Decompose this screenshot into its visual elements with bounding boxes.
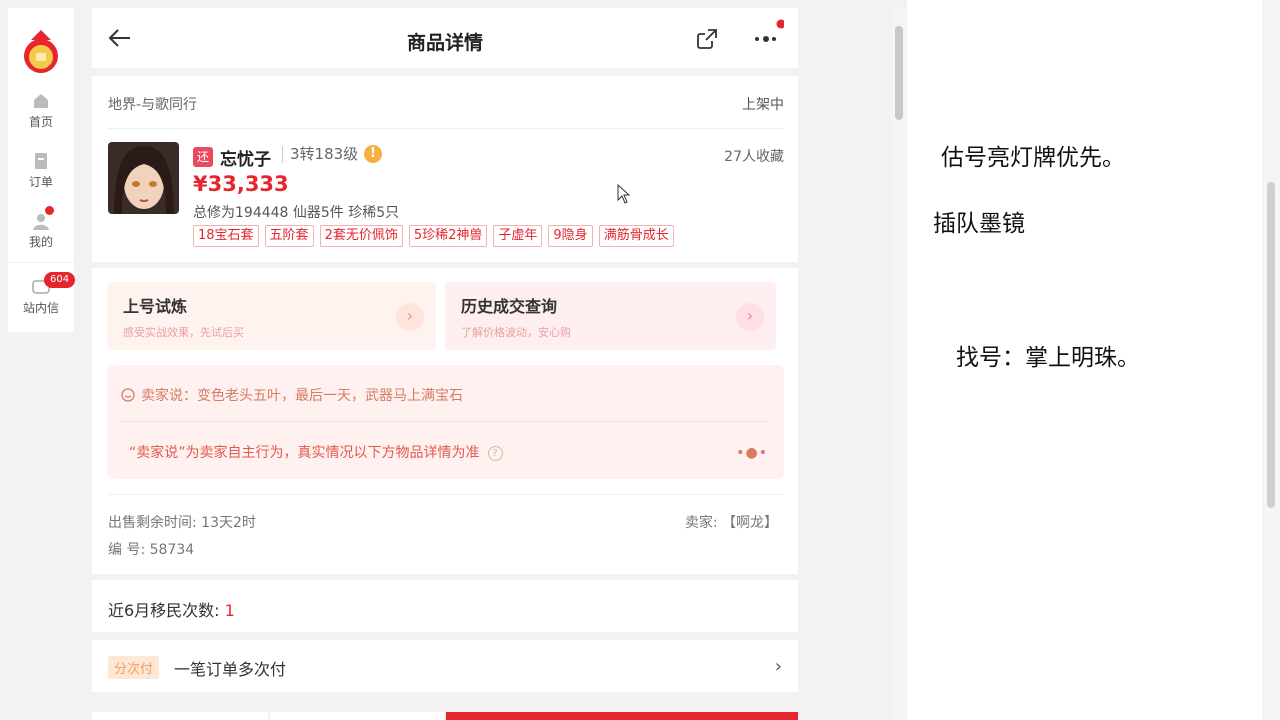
history-query-button[interactable]: 历史成交查询 了解价格波动，安心购 › <box>445 282 776 350</box>
sidebar-item-mine[interactable]: 我的 <box>8 206 74 250</box>
header-bar: 商品详情 <box>92 8 798 68</box>
favorite-count[interactable]: 27人收藏 <box>724 146 784 166</box>
promo-title: 历史成交查询 <box>461 297 558 316</box>
feature-tag: 子虚年 <box>493 225 543 247</box>
divider <box>8 262 74 263</box>
listing-status: 上架中 <box>742 97 784 113</box>
sidebar-item-messages[interactable]: 站内信 604 <box>8 272 76 316</box>
warning-icon[interactable]: ! <box>364 145 382 163</box>
app-logo-icon[interactable] <box>19 22 63 76</box>
migration-info: 近6月移民次数: 1 <box>108 597 235 621</box>
migration-label: 近6月移民次数: <box>108 601 220 620</box>
chevron-right-icon: › <box>774 656 782 677</box>
bottom-button-middle[interactable] <box>270 712 444 720</box>
feature-tag: 五阶套 <box>264 225 314 247</box>
notes-scrollbar[interactable] <box>1262 0 1280 720</box>
feature-tag: 5珍稀2神兽 <box>408 225 488 247</box>
feature-tag: 满筋骨成长 <box>598 225 674 247</box>
promo-title: 上号试炼 <box>123 297 188 316</box>
installment-tag: 分次付 <box>108 656 160 679</box>
notification-dot <box>45 206 54 215</box>
price: ¥33,333 <box>193 172 289 196</box>
seller-name[interactable]: 卖家: 【啊龙】 <box>685 512 778 532</box>
note-line: 找号：掌上明珠。 <box>956 345 1140 371</box>
scrollbar-thumb[interactable] <box>1267 182 1275 508</box>
help-icon[interactable]: ? <box>487 446 503 461</box>
sidebar-item-label: 我的 <box>28 235 53 249</box>
notes-panel: 估号亮灯牌优先。 插队墨镜 找号：掌上明珠。 <box>907 0 1262 720</box>
seller-disclaimer: “卖家说”为卖家自主行为，真实情况以下方物品详情为准? <box>129 442 503 462</box>
feature-tag: 9隐身 <box>548 225 593 247</box>
installment-payment-row[interactable]: 分次付 一笔订单多次付 › <box>92 640 798 692</box>
server-name: 地界-与歌同行 <box>108 97 198 113</box>
share-icon[interactable] <box>696 28 718 50</box>
tag-list: 18宝石套 五阶套 2套无价佩饰 5珍稀2神兽 子虚年 9隐身 满筋骨成长 <box>193 225 674 247</box>
sidebar-item-label: 订单 <box>28 175 53 189</box>
remaining-time: 出售剩余时间: 13天2时 <box>108 515 256 531</box>
role-attributes: 总修为194448 仙器5件 珍稀5只 <box>193 205 400 221</box>
home-icon <box>34 94 48 108</box>
side-rail: 首页 订单 我的 站内信 604 <box>8 8 76 332</box>
role-avatar[interactable] <box>108 142 179 214</box>
sidebar-item-label: 首页 <box>28 115 53 129</box>
listing-card: 地界-与歌同行 上架中 还 忘忧子 3转183级 ! 27人收藏 ¥33,333… <box>92 76 798 262</box>
chat-icon <box>121 388 135 402</box>
bottom-button-left[interactable] <box>92 712 268 720</box>
divider <box>108 128 784 129</box>
role-name: 忘忧子 <box>220 150 271 170</box>
bottom-action-bar <box>92 712 798 720</box>
page-title: 商品详情 <box>406 32 483 54</box>
more-icon[interactable] <box>754 16 784 46</box>
feature-tag: 18宝石套 <box>193 225 259 247</box>
seller-message: 卖家说：变色老头五叶，最后一天，武器马上满宝石 <box>121 385 463 405</box>
mouse-cursor-icon <box>617 184 631 204</box>
seller-message-text: 卖家说：变色老头五叶，最后一天，武器马上满宝石 <box>141 388 463 404</box>
divider <box>121 421 770 422</box>
chevron-right-icon: › <box>736 303 764 331</box>
migration-card: 近6月移民次数: 1 <box>92 580 798 632</box>
page-scrollbar[interactable] <box>892 8 906 720</box>
installment-text: 一笔订单多次付 <box>174 660 287 679</box>
promo-subtitle: 感受实战效果，先试后买 <box>123 326 244 339</box>
scrollbar-thumb[interactable] <box>895 26 903 120</box>
chevron-right-icon: › <box>396 303 424 331</box>
return-tag: 还 <box>193 147 213 167</box>
promo-subtitle: 了解价格波动，安心购 <box>461 326 571 339</box>
sidebar-item-label: 站内信 <box>22 301 59 315</box>
sidebar-item-orders[interactable]: 订单 <box>8 152 74 190</box>
note-line: 估号亮灯牌优先。 <box>941 145 1125 171</box>
more-dots-icon[interactable]: •●• <box>736 445 768 461</box>
buy-button[interactable] <box>446 712 798 720</box>
trial-login-button[interactable]: 上号试炼 感受实战效果，先试后买 › <box>107 282 436 350</box>
note-line: 插队墨镜 <box>933 211 1025 237</box>
sidebar-item-home[interactable]: 首页 <box>8 92 74 130</box>
message-count-badge: 604 <box>44 272 76 288</box>
serial-number: 编 号: 58734 <box>108 542 195 558</box>
order-icon <box>35 153 47 169</box>
product-detail-page: 商品详情 地界-与歌同行 上架中 还 忘忧子 3转183级 ! 27人收藏 ¥3… <box>92 8 798 720</box>
feature-tag: 2套无价佩饰 <box>319 225 403 247</box>
migration-count: 1 <box>224 601 235 620</box>
divider <box>108 494 784 495</box>
info-card: 上号试炼 感受实战效果，先试后买 › 历史成交查询 了解价格波动，安心购 › 卖… <box>92 268 798 574</box>
disclaimer-text: “卖家说”为卖家自主行为，真实情况以下方物品详情为准 <box>129 445 480 461</box>
seller-note: 卖家说：变色老头五叶，最后一天，武器马上满宝石 “卖家说”为卖家自主行为，真实情… <box>107 365 784 479</box>
role-level: 3转183级 <box>282 146 358 163</box>
